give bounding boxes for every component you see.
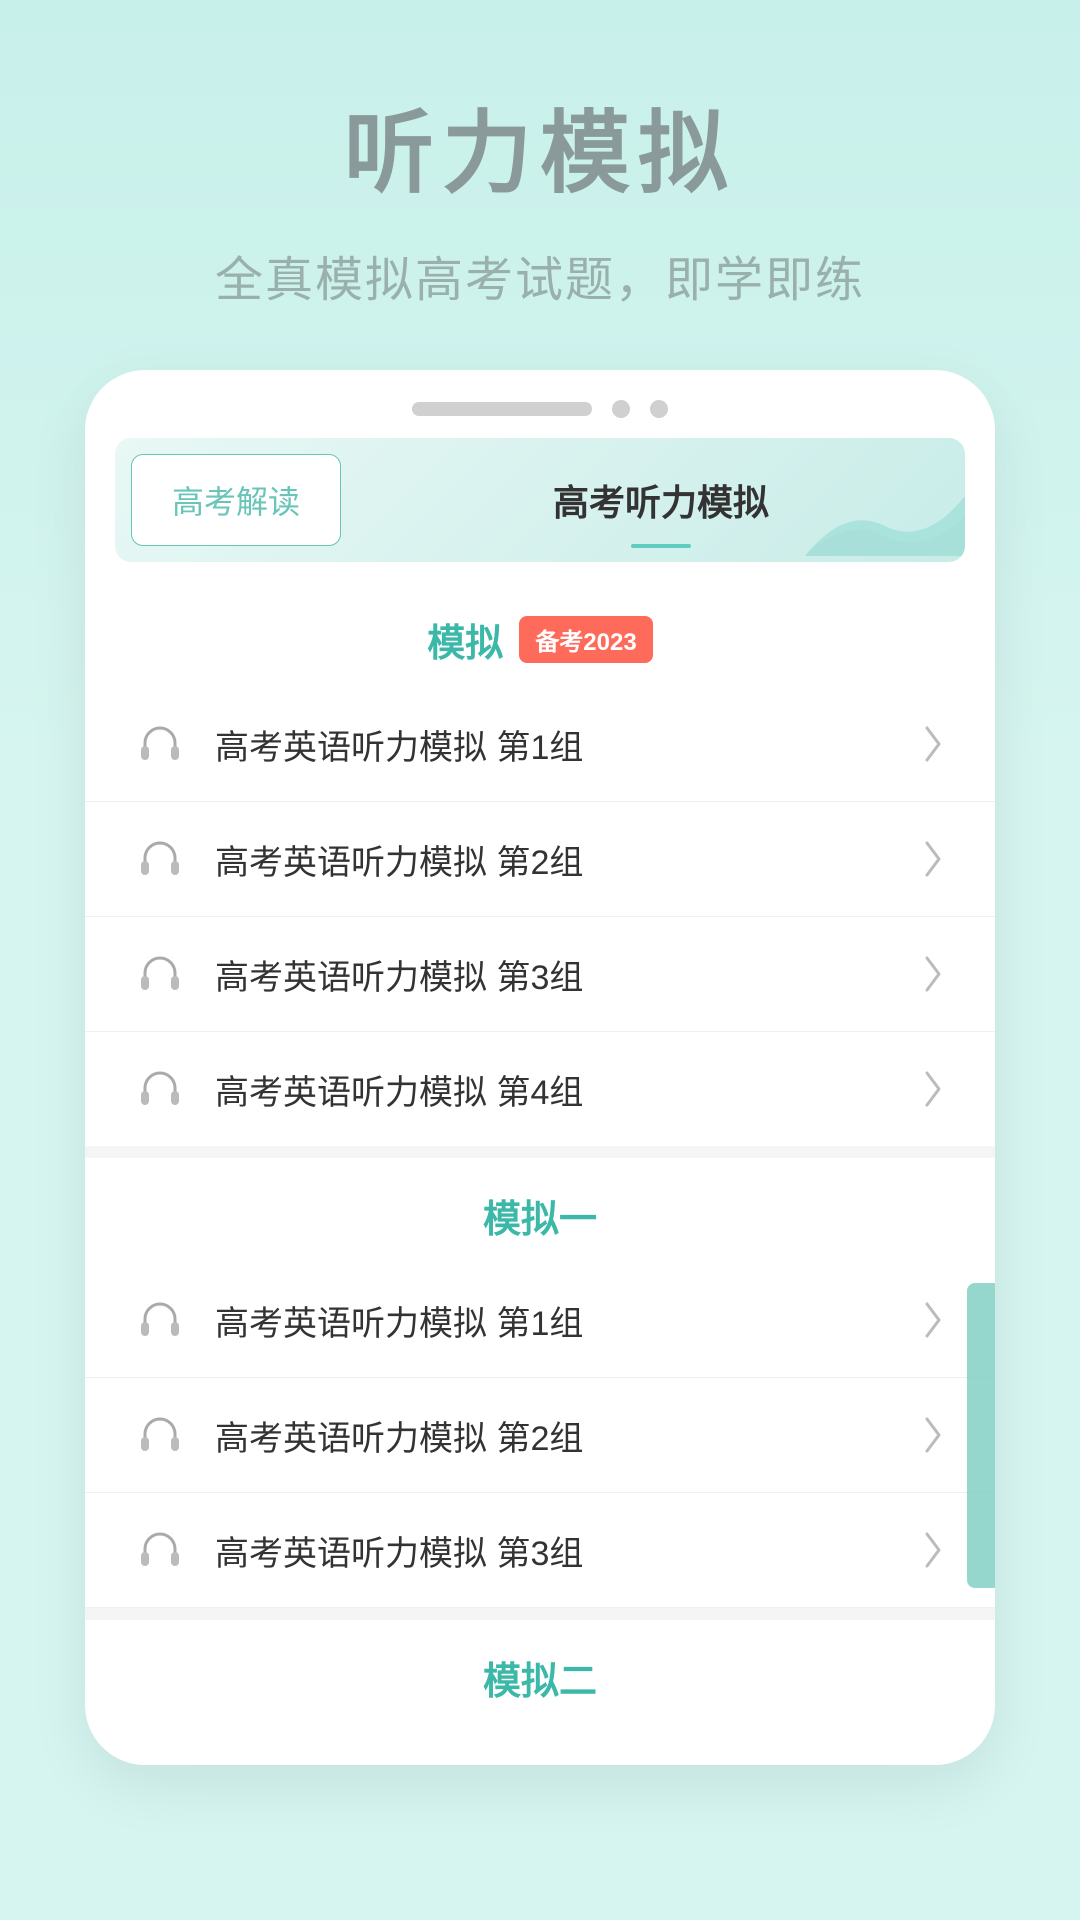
headphone-icon [135, 1064, 185, 1114]
chevron-right-icon [921, 839, 945, 879]
tab-wave-decoration [805, 486, 965, 556]
phone-topbar [85, 370, 995, 438]
list-item[interactable]: 高考英语听力模拟 第1组 [85, 687, 995, 802]
section-moni1-list: 高考英语听力模拟 第1组 高考英语听力模拟 第2组 [85, 1263, 995, 1608]
list-item[interactable]: 高考英语听力模拟 第2组 [85, 802, 995, 917]
tab-inactive[interactable]: 高考解读 [131, 454, 341, 546]
headphone-icon [135, 1525, 185, 1575]
list-item[interactable]: 高考英语听力模拟 第4组 [85, 1032, 995, 1146]
list-item[interactable]: 高考英语听力模拟 第3组 [85, 1493, 995, 1608]
chevron-right-icon [921, 1530, 945, 1570]
list-item-text: 高考英语听力模拟 第4组 [215, 1065, 921, 1114]
section-header-moni: 模拟 备考2023 [85, 582, 995, 687]
main-title: 听力模拟 [344, 80, 736, 210]
phone-dot-1 [612, 400, 630, 418]
list-item[interactable]: 高考英语听力模拟 第1组 [85, 1263, 995, 1378]
section-divider [85, 1146, 995, 1158]
section-title-moni1: 模拟一 [483, 1188, 597, 1243]
phone-card: 高考解读 高考听力模拟 模拟 备考2023 [85, 370, 995, 1765]
tab-area: 高考解读 高考听力模拟 [115, 438, 965, 562]
headphone-icon [135, 949, 185, 999]
list-item-text: 高考英语听力模拟 第2组 [215, 835, 921, 884]
phone-pill [412, 402, 592, 416]
phone-dot-2 [650, 400, 668, 418]
headphone-icon [135, 719, 185, 769]
headphone-icon [135, 1295, 185, 1345]
headphone-icon [135, 834, 185, 884]
list-item[interactable]: 高考英语听力模拟 第2组 [85, 1378, 995, 1493]
section-divider-2 [85, 1608, 995, 1620]
chevron-right-icon [921, 724, 945, 764]
section-title-moni2: 模拟二 [483, 1650, 597, 1705]
list-item-text: 高考英语听力模拟 第1组 [215, 720, 921, 769]
chevron-right-icon [921, 1300, 945, 1340]
headphone-icon [135, 1410, 185, 1460]
side-decoration [967, 1283, 995, 1588]
page-wrapper: 听力模拟 全真模拟高考试题，即学即练 高考解读 高考听力模拟 模拟 备考2023 [0, 0, 1080, 1920]
section-title-moni: 模拟 [427, 612, 503, 667]
chevron-right-icon [921, 1415, 945, 1455]
section-header-moni2: 模拟二 [85, 1620, 995, 1725]
list-item-text: 高考英语听力模拟 第3组 [215, 950, 921, 999]
chevron-right-icon [921, 954, 945, 994]
tab-active[interactable]: 高考听力模拟 [357, 444, 965, 556]
bottom-spacer [85, 1725, 995, 1765]
chevron-right-icon [921, 1069, 945, 1109]
list-item-text: 高考英语听力模拟 第3组 [215, 1526, 921, 1575]
list-item-text: 高考英语听力模拟 第2组 [215, 1411, 921, 1460]
badge-2023: 备考2023 [519, 616, 652, 663]
list-item-text: 高考英语听力模拟 第1组 [215, 1296, 921, 1345]
list-item[interactable]: 高考英语听力模拟 第3组 [85, 917, 995, 1032]
section-header-moni1: 模拟一 [85, 1158, 995, 1263]
sub-title: 全真模拟高考试题，即学即练 [215, 240, 865, 310]
section-moni-list: 高考英语听力模拟 第1组 高考英语听力模拟 第2组 [85, 687, 995, 1146]
